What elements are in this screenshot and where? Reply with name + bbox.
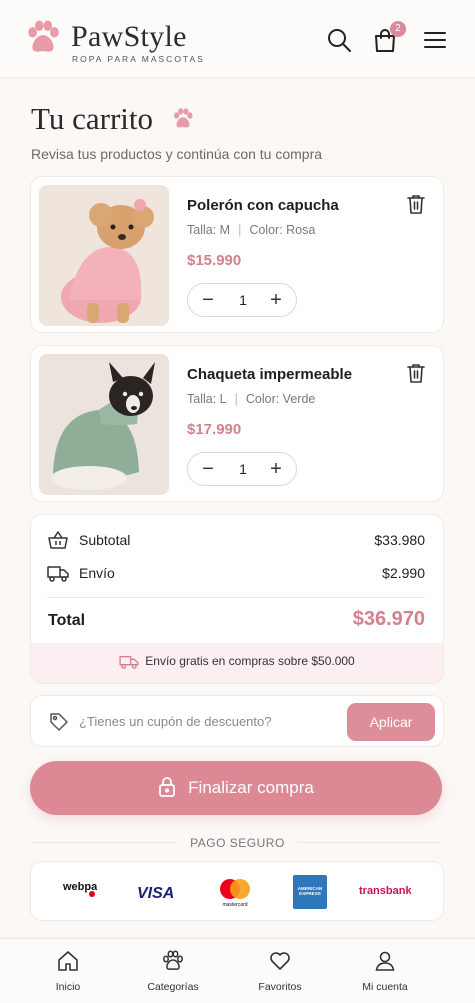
transbank-logo-text: transbank — [359, 885, 412, 897]
product-options: Talla: L | Color: Verde — [187, 392, 316, 406]
quantity-value: 1 — [239, 292, 247, 308]
user-icon — [375, 951, 395, 971]
total-value: $36.970 — [352, 608, 425, 630]
mastercard-logo-text: mastercard — [222, 902, 247, 908]
app-header: PawStyle ROPA PARA MASCOTAS 2 — [0, 0, 475, 78]
truck-icon — [47, 566, 69, 582]
truck-icon — [119, 656, 139, 669]
page-title: Tu carrito — [31, 101, 153, 136]
subtotal-value: $33.980 — [374, 532, 425, 548]
nav-item-favorites[interactable]: Favoritos — [235, 949, 325, 993]
cart-item: Polerón con capucha Talla: M | Color: Rosa… — [30, 176, 444, 333]
divider — [298, 842, 442, 843]
checkout-button[interactable]: Finalizar compra — [30, 761, 442, 815]
webpay-logo: webpay — [62, 881, 97, 897]
cart-item: Chaqueta impermeable Talla: L | Color: Ver… — [30, 345, 444, 502]
paw-icon — [174, 108, 193, 128]
lock-icon — [159, 776, 176, 797]
product-size: Talla: M — [187, 223, 231, 237]
total-label: Total — [48, 612, 86, 629]
subtotal-label: Subtotal — [79, 532, 131, 548]
product-options: Talla: M | Color: Rosa — [187, 223, 316, 237]
amex-logo: AMERICAN EXPRESS — [293, 875, 327, 909]
product-name[interactable]: Chaqueta impermeable — [187, 366, 352, 383]
trash-icon[interactable] — [405, 193, 427, 215]
quantity-stepper: − 1 + — [187, 452, 297, 486]
heart-icon — [270, 952, 290, 970]
free-shipping-banner: Envío gratis en compras sobre $50.000 — [31, 643, 443, 683]
shipping-row: Envío $2.990 — [47, 562, 425, 584]
free-shipping-text: Envío gratis en compras sobre $50.000 — [145, 654, 355, 669]
product-price: $15.990 — [187, 252, 242, 269]
nav-label: Mi cuenta — [362, 981, 408, 993]
order-summary: Subtotal $33.980 Envío $2.990 Total $36.… — [30, 514, 444, 684]
home-icon — [58, 951, 78, 971]
nav-label: Favoritos — [258, 981, 302, 993]
summary-divider — [47, 597, 425, 598]
brand-name[interactable]: PawStyle — [71, 20, 187, 54]
brand-tagline: ROPA PARA MASCOTAS — [72, 54, 205, 64]
product-size: Talla: L — [187, 392, 227, 406]
decrease-quantity-button[interactable]: − — [191, 453, 225, 485]
product-color: Color: Rosa — [249, 223, 316, 237]
apply-coupon-button[interactable]: Aplicar — [347, 703, 435, 741]
coupon-box: Aplicar — [30, 695, 444, 747]
secure-payment-label: PAGO SEGURO — [190, 836, 285, 850]
tag-icon — [50, 713, 68, 731]
nav-item-categories[interactable]: Categorías — [128, 949, 218, 993]
visa-logo-text: VISA — [137, 885, 174, 902]
bottom-navigation: Inicio Categorías Favoritos Mi cuenta — [0, 938, 475, 1003]
product-color: Color: Verde — [245, 392, 316, 406]
product-image[interactable] — [39, 185, 169, 326]
shipping-value: $2.990 — [382, 565, 425, 581]
checkout-label: Finalizar compra — [188, 778, 314, 797]
visa-logo: VISA — [137, 885, 174, 902]
product-price: $17.990 — [187, 421, 242, 438]
product-name[interactable]: Polerón con capucha — [187, 197, 339, 214]
paw-logo-icon[interactable] — [24, 20, 62, 56]
nav-item-account[interactable]: Mi cuenta — [340, 949, 430, 993]
trash-icon[interactable] — [405, 362, 427, 384]
menu-icon[interactable] — [422, 27, 448, 53]
page-subtitle: Revisa tus productos y continúa con tu c… — [31, 146, 323, 162]
mastercard-logo: mastercard — [220, 879, 250, 908]
shipping-label: Envío — [79, 565, 115, 581]
payment-methods: webpay VISA mastercard AMERICAN EXPRESS … — [30, 861, 444, 921]
quantity-stepper: − 1 + — [187, 283, 297, 317]
transbank-logo: transbank — [359, 885, 412, 897]
coupon-input[interactable] — [79, 709, 309, 733]
subtotal-row: Subtotal $33.980 — [47, 529, 425, 551]
amex-logo-text: AMERICAN EXPRESS — [297, 886, 323, 897]
nav-label: Inicio — [55, 981, 81, 993]
nav-item-home[interactable]: Inicio — [23, 949, 113, 993]
cart-count-badge: 2 — [390, 21, 406, 37]
search-icon[interactable] — [326, 27, 352, 53]
paw-icon — [163, 950, 183, 970]
product-image[interactable] — [39, 354, 169, 495]
basket-icon — [48, 531, 68, 549]
nav-label: Categorías — [147, 981, 199, 993]
decrease-quantity-button[interactable]: − — [191, 284, 225, 316]
increase-quantity-button[interactable]: + — [259, 284, 293, 316]
quantity-value: 1 — [239, 461, 247, 477]
increase-quantity-button[interactable]: + — [259, 453, 293, 485]
